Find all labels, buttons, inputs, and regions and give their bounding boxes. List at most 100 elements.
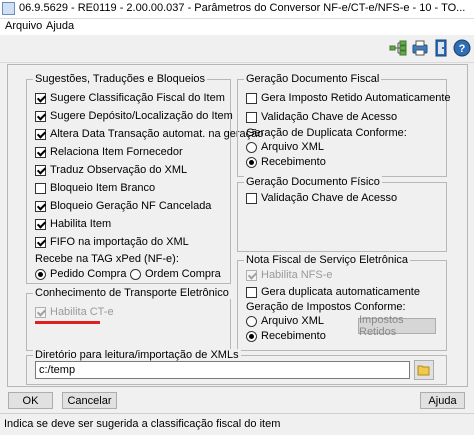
- status-bar: Indica se deve ser sugerida a classifica…: [0, 413, 474, 435]
- radio-duplicata-arquivo-xml[interactable]: Arquivo XML: [246, 141, 324, 153]
- group-transporte: Conhecimento de Transporte Eletrônico Ha…: [26, 287, 231, 351]
- radio-circle[interactable]: [246, 315, 257, 327]
- checkbox-box[interactable]: [35, 236, 46, 248]
- ok-button[interactable]: OK: [8, 392, 53, 409]
- status-text: Indica se deve ser sugerida a classifica…: [4, 418, 281, 430]
- group-sugestoes-legend: Sugestões, Traduções e Bloqueios: [33, 73, 208, 85]
- checkbox-label: Bloqueio Item Branco: [50, 182, 156, 194]
- cancel-button[interactable]: Cancelar: [62, 392, 117, 409]
- checkbox-box[interactable]: [35, 306, 46, 318]
- checkbox-box[interactable]: [35, 218, 46, 230]
- checkbox-box[interactable]: [35, 182, 46, 194]
- group-diretorio: Diretório para leitura/importação de XML…: [26, 349, 447, 385]
- main-panel: Sugestões, Traduções e Bloqueios Sugere …: [7, 64, 468, 387]
- checkbox-box[interactable]: [35, 110, 46, 122]
- radio-label: Recebimento: [261, 156, 326, 168]
- impostos-label: Geração de Impostos Conforme:: [246, 301, 406, 313]
- checkbox-relaciona-item[interactable]: Relaciona Item Fornecedor: [35, 146, 183, 158]
- checkbox-label: FIFO na importação do XML: [50, 236, 189, 248]
- checkbox-box[interactable]: [246, 286, 257, 298]
- folder-icon: [417, 365, 430, 376]
- checkbox-label: Validação Chave de Acesso: [261, 192, 398, 204]
- checkbox-habilita-nfse[interactable]: Habilita NFS-e: [246, 269, 333, 281]
- checkbox-label: Relaciona Item Fornecedor: [50, 146, 183, 158]
- menu-ajuda[interactable]: Ajuda: [46, 20, 74, 32]
- app-icon: [2, 2, 15, 15]
- group-geracao-fiscal-legend: Geração Documento Fiscal: [244, 73, 382, 85]
- svg-text:?: ?: [459, 43, 466, 55]
- checkbox-label: Sugere Depósito/Localização do Item: [50, 110, 233, 122]
- radio-impostos-recebimento[interactable]: Recebimento: [246, 330, 326, 342]
- annotation-underline: [35, 321, 100, 324]
- group-nfse-legend: Nota Fiscal de Serviço Eletrônica: [244, 254, 411, 266]
- radio-duplicata-recebimento[interactable]: Recebimento: [246, 156, 326, 168]
- checkbox-sugere-deposito[interactable]: Sugere Depósito/Localização do Item: [35, 110, 233, 122]
- checkbox-habilita-item[interactable]: Habilita Item: [35, 218, 111, 230]
- menu-arquivo[interactable]: Arquivo: [5, 20, 42, 32]
- exit-door-icon[interactable]: [431, 38, 451, 58]
- bottom-buttons: OK Cancelar Ajuda: [0, 390, 474, 412]
- checkbox-sugere-classificacao[interactable]: Sugere Classificação Fiscal do Item: [35, 92, 225, 104]
- title-bar: 06.9.5629 - RE0119 - 2.00.00.037 - Parâm…: [0, 0, 474, 19]
- checkbox-box[interactable]: [35, 200, 46, 212]
- window-title: 06.9.5629 - RE0119 - 2.00.00.037 - Parâm…: [19, 2, 466, 14]
- checkbox-box[interactable]: [35, 92, 46, 104]
- checkbox-label: Habilita CT-e: [50, 306, 114, 318]
- checkbox-label: Sugere Classificação Fiscal do Item: [50, 92, 225, 104]
- tree-icon[interactable]: [388, 38, 408, 58]
- printer-icon[interactable]: [410, 38, 430, 58]
- checkbox-label: Altera Data Transação automat. na geraçã…: [50, 128, 264, 140]
- checkbox-validacao-chave-fisico[interactable]: Validação Chave de Acesso: [246, 192, 397, 204]
- duplicata-label: Geração de Duplicata Conforme:: [246, 127, 407, 139]
- checkbox-bloqueio-item-branco[interactable]: Bloqueio Item Branco: [35, 182, 155, 194]
- group-geracao-fisico: Geração Documento Físico Validação Chave…: [237, 176, 447, 252]
- checkbox-box[interactable]: [35, 128, 46, 140]
- checkbox-gera-duplicata[interactable]: Gera duplicata automaticamente: [246, 286, 420, 298]
- help-icon[interactable]: ?: [452, 38, 472, 58]
- radio-circle[interactable]: [246, 330, 257, 342]
- radio-label: Arquivo XML: [261, 141, 324, 153]
- checkbox-altera-data[interactable]: Altera Data Transação automat. na geraçã…: [35, 128, 263, 140]
- radio-label: Recebimento: [261, 330, 326, 342]
- impostos-retidos-button[interactable]: Impostos Retidos: [358, 314, 436, 338]
- radio-circle[interactable]: [246, 156, 257, 168]
- checkbox-label: Validação Chave de Acesso: [261, 111, 398, 123]
- checkbox-label: Traduz Observação do XML: [50, 164, 188, 176]
- group-nfse: Nota Fiscal de Serviço Eletrônica Habili…: [237, 254, 447, 351]
- radio-ordem-compra[interactable]: Ordem Compra: [130, 268, 221, 280]
- checkbox-validacao-chave-fiscal[interactable]: Validação Chave de Acesso: [246, 111, 397, 123]
- diretorio-input[interactable]: c:/temp: [35, 361, 410, 379]
- help-button[interactable]: Ajuda: [420, 392, 465, 409]
- checkbox-bloqueio-nf-cancelada[interactable]: Bloqueio Geração NF Cancelada: [35, 200, 211, 212]
- checkbox-box[interactable]: [35, 146, 46, 158]
- checkbox-box[interactable]: [246, 192, 257, 204]
- radio-label: Arquivo XML: [261, 315, 324, 327]
- checkbox-box[interactable]: [246, 92, 257, 104]
- checkbox-box[interactable]: [246, 269, 257, 281]
- radio-circle[interactable]: [246, 141, 257, 153]
- radio-label: Pedido Compra: [50, 268, 127, 280]
- checkbox-box[interactable]: [35, 164, 46, 176]
- radio-circle[interactable]: [130, 268, 141, 280]
- checkbox-label: Habilita Item: [50, 218, 112, 230]
- radio-circle[interactable]: [35, 268, 46, 280]
- checkbox-traduz-observacao[interactable]: Traduz Observação do XML: [35, 164, 187, 176]
- group-transporte-legend: Conhecimento de Transporte Eletrônico: [33, 287, 231, 299]
- menu-bar: Arquivo Ajuda: [0, 19, 474, 35]
- checkbox-label: Gera Imposto Retido Automaticamente: [261, 92, 451, 104]
- checkbox-label: Bloqueio Geração NF Cancelada: [50, 200, 212, 212]
- folder-browse-button[interactable]: [414, 360, 434, 380]
- checkbox-habilita-cte[interactable]: Habilita CT-e: [35, 306, 114, 318]
- checkbox-label: Habilita NFS-e: [261, 269, 333, 281]
- group-sugestoes: Sugestões, Traduções e Bloqueios Sugere …: [26, 73, 263, 284]
- group-diretorio-legend: Diretório para leitura/importação de XML…: [33, 349, 241, 361]
- radio-impostos-arquivo-xml[interactable]: Arquivo XML: [246, 315, 324, 327]
- checkbox-fifo[interactable]: FIFO na importação do XML: [35, 236, 189, 248]
- toolbar: ?: [0, 36, 474, 63]
- checkbox-label: Gera duplicata automaticamente: [261, 286, 420, 298]
- checkbox-gera-imposto-retido[interactable]: Gera Imposto Retido Automaticamente: [246, 92, 451, 104]
- checkbox-box[interactable]: [246, 111, 257, 123]
- group-geracao-fisico-legend: Geração Documento Físico: [244, 176, 382, 188]
- radio-label: Ordem Compra: [145, 268, 221, 280]
- radio-pedido-compra[interactable]: Pedido Compra: [35, 268, 126, 280]
